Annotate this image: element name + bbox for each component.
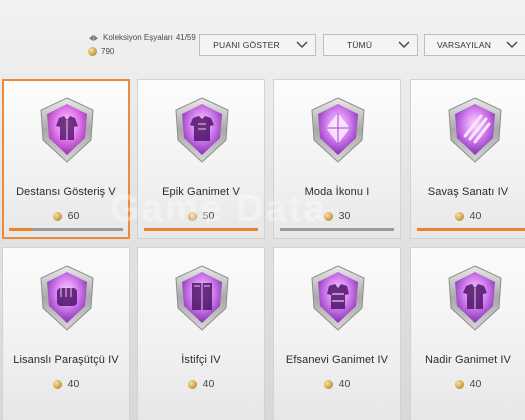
coin-icon xyxy=(52,211,62,221)
coin-icon xyxy=(88,46,97,56)
coin-icon xyxy=(454,211,464,221)
achievement-card[interactable]: Efsanevi Ganimet IV 40 xyxy=(273,247,401,420)
achievement-card[interactable]: Nadir Ganimet IV 40 xyxy=(410,247,525,420)
chevron-down-icon xyxy=(506,41,518,48)
collection-item-icon xyxy=(89,34,98,41)
header-bar: Koleksiyon Eşyaları 41/59 790 PUANI GÖST… xyxy=(0,0,525,68)
coin-icon xyxy=(187,211,197,221)
card-points: 40 xyxy=(3,378,129,390)
progress-bar xyxy=(144,228,258,231)
coin-icon xyxy=(52,379,62,389)
card-name: İstifçi IV xyxy=(181,354,221,366)
card-name: Moda İkonu I xyxy=(304,186,370,198)
card-points: 40 xyxy=(274,378,400,390)
filter-all-label: TÜMÜ xyxy=(346,40,373,50)
card-name: Epik Ganimet V xyxy=(162,186,240,198)
collection-summary: Koleksiyon Eşyaları 41/59 790 xyxy=(88,30,198,58)
show-points-dropdown[interactable]: PUANI GÖSTER xyxy=(199,34,316,56)
progress-bar xyxy=(9,228,123,231)
progress-fill xyxy=(144,228,258,231)
card-name: Nadir Ganimet IV xyxy=(425,354,511,366)
progress-bar xyxy=(280,228,394,231)
diamond-badge-icon xyxy=(311,97,365,163)
achievement-card[interactable]: Moda İkonu I 30 xyxy=(273,79,401,239)
card-points: 30 xyxy=(274,210,400,222)
collection-count-line: Koleksiyon Eşyaları 41/59 xyxy=(88,30,198,44)
collection-count: 41/59 xyxy=(175,32,196,42)
claw-badge-icon xyxy=(448,97,502,163)
card-name: Efsanevi Ganimet IV xyxy=(285,354,389,366)
achievement-card[interactable]: Destansı Gösteriş V 60 xyxy=(2,79,130,239)
progress-fill xyxy=(417,228,525,231)
card-name: Lisanslı Paraşütçü IV xyxy=(13,354,119,366)
card-name: Destansı Gösteriş V xyxy=(16,186,116,198)
fist-badge-icon xyxy=(40,265,94,331)
achievement-card[interactable]: Lisanslı Paraşütçü IV 40 xyxy=(2,247,130,420)
chevron-down-icon xyxy=(296,41,308,48)
card-points: 60 xyxy=(4,210,128,222)
coin-icon xyxy=(323,211,333,221)
points-value: 60 xyxy=(67,210,80,222)
points-value: 40 xyxy=(338,378,351,390)
locker-badge-icon xyxy=(175,265,229,331)
achievement-card[interactable]: Savaş Sanatı IV 40 xyxy=(410,79,525,239)
collection-label: Koleksiyon Eşyaları xyxy=(103,32,173,42)
coin-balance: 790 xyxy=(101,46,115,56)
progress-fill xyxy=(9,228,32,231)
chevron-down-icon xyxy=(398,41,410,48)
achievement-card[interactable]: Epik Ganimet V 50 xyxy=(137,79,265,239)
points-value: 40 xyxy=(469,378,482,390)
card-points: 40 xyxy=(411,210,525,222)
coin-icon xyxy=(323,379,333,389)
sort-default-label: VARSAYILAN xyxy=(436,40,492,50)
jacket-badge-icon xyxy=(40,97,94,163)
achievement-card[interactable]: İstifçi IV 40 xyxy=(137,247,265,420)
filter-all-dropdown[interactable]: TÜMÜ xyxy=(323,34,418,56)
coin-icon xyxy=(454,379,464,389)
card-points: 40 xyxy=(411,378,525,390)
progress-bar xyxy=(417,228,525,231)
card-name: Savaş Sanatı IV xyxy=(427,186,509,198)
coin-icon xyxy=(187,379,197,389)
outfit-badge-icon xyxy=(175,97,229,163)
sort-default-dropdown[interactable]: VARSAYILAN xyxy=(424,34,525,56)
show-points-label: PUANI GÖSTER xyxy=(213,40,280,50)
points-value: 40 xyxy=(202,378,215,390)
shirt-badge-icon xyxy=(448,265,502,331)
points-value: 40 xyxy=(469,210,482,222)
card-points: 50 xyxy=(138,210,264,222)
armor-badge-icon xyxy=(311,265,365,331)
card-points: 40 xyxy=(138,378,264,390)
points-value: 30 xyxy=(338,210,351,222)
points-value: 40 xyxy=(67,378,80,390)
coin-balance-line: 790 xyxy=(88,44,198,58)
points-value: 50 xyxy=(202,210,215,222)
